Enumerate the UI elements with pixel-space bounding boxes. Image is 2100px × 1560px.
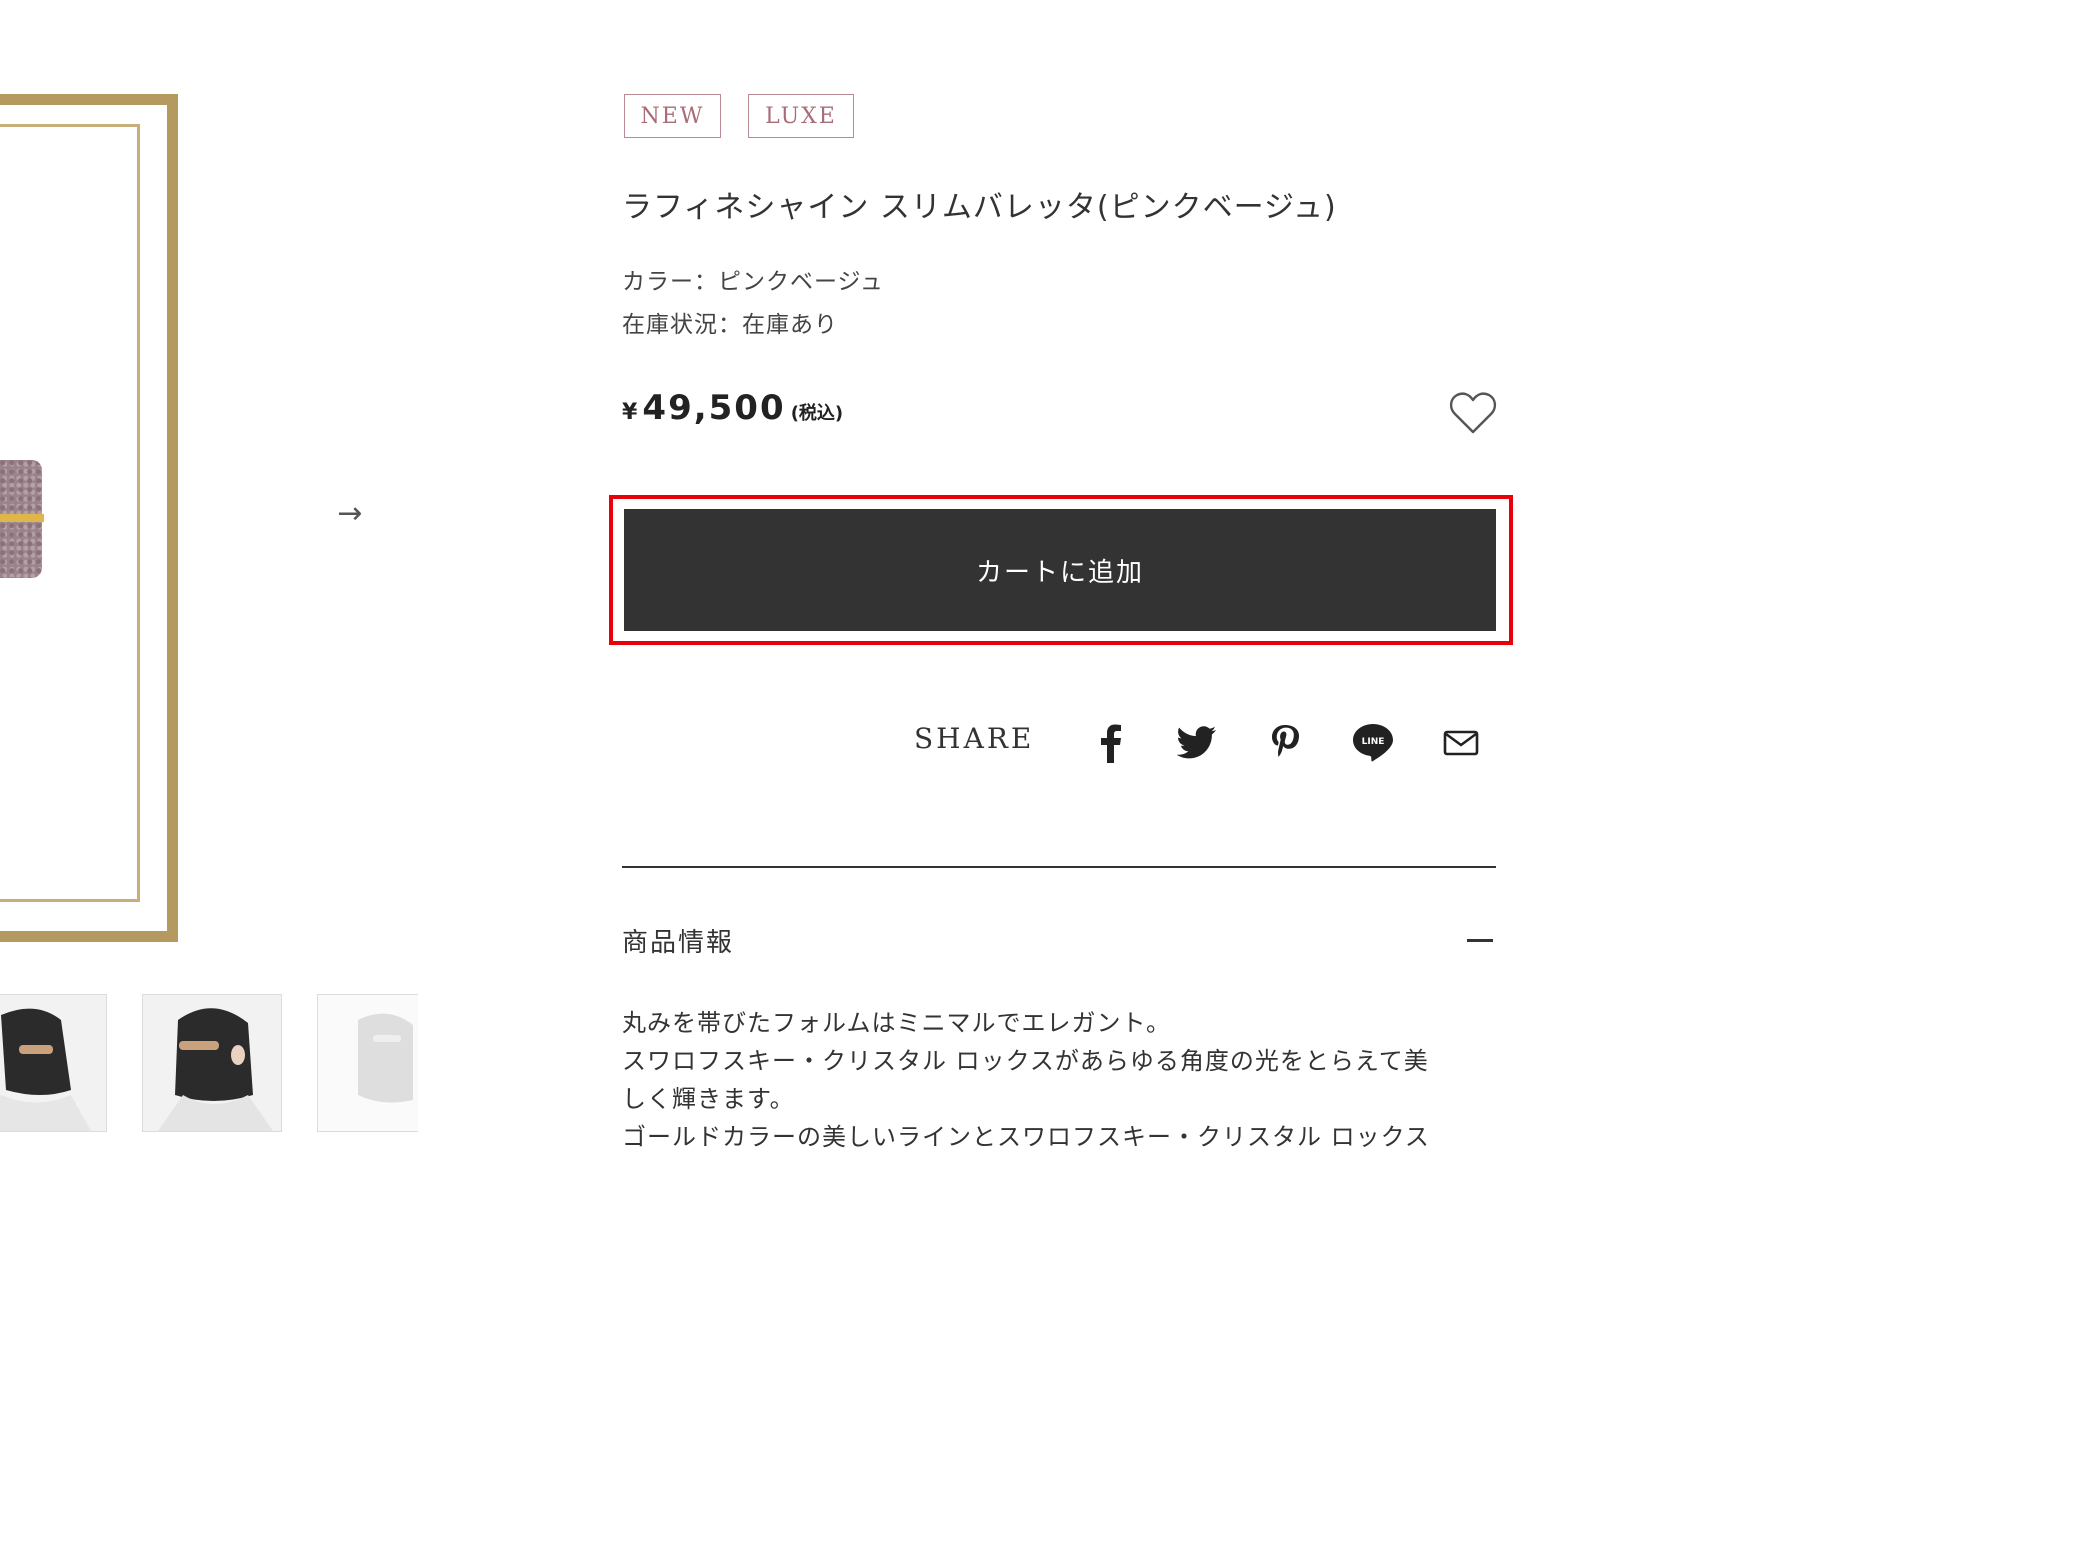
tag-luxe: LUXE [748,94,854,138]
add-to-cart-button[interactable]: カートに追加 [624,509,1496,631]
description-line: しく輝きます。 [622,1085,795,1113]
twitter-icon[interactable] [1172,718,1222,768]
description-line: 丸みを帯びたフォルムはミニマルでエレガント。 [622,1009,1172,1037]
pinterest-icon[interactable] [1260,718,1310,768]
minus-icon[interactable] [1460,924,1500,956]
price-amount: 49,500 [642,388,786,428]
line-icon[interactable]: LINE [1348,718,1398,768]
thumbnail-3[interactable] [317,994,418,1132]
price: ¥ 49,500 (税込) [622,388,843,440]
description-line: ゴールドカラーの美しいラインとスワロフスキー・クリスタル ロックス [622,1123,1430,1151]
mail-icon[interactable] [1436,718,1486,768]
description-line: スワロフスキー・クリスタル ロックスがあらゆる角度の光をとらえて美 [622,1047,1429,1075]
section-divider [622,866,1496,868]
price-currency: ¥ [622,400,638,425]
thumbnail-2[interactable] [142,994,282,1132]
price-tax-note: (税込) [790,403,844,424]
product-gallery: → [0,0,420,1170]
product-info-toggle[interactable]: 商品情報 [622,922,734,959]
heart-outline-icon[interactable] [1448,390,1498,436]
share-label: SHARE [914,722,1035,755]
tag-new: NEW [624,94,721,138]
stock-status: 在庫状況：在庫あり [622,312,838,338]
product-title: ラフィネシャイン スリムバレッタ(ピンクベージュ) [622,190,1337,225]
product-color: カラー：ピンクベージュ [622,269,884,295]
svg-text:LINE: LINE [1362,737,1385,747]
product-gold-bar [0,514,44,522]
next-image-arrow-icon[interactable]: → [326,494,374,534]
product-description: 丸みを帯びたフォルムはミニマルでエレガント。 スワロフスキー・クリスタル ロック… [622,1004,1502,1156]
facebook-icon[interactable] [1086,718,1136,768]
thumbnail-1[interactable] [0,994,107,1132]
